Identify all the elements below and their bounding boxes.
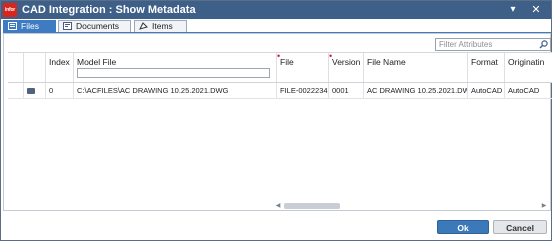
column-header-index-label: Index	[49, 57, 70, 67]
dialog-footer: Ok Cancel	[1, 213, 551, 240]
column-header-originating-label: Originatin	[508, 57, 545, 67]
column-header-format-label: Format	[471, 57, 498, 67]
infor-logo: infor	[3, 3, 17, 17]
tab-documents-label: Documents	[76, 21, 119, 31]
column-header-type[interactable]	[24, 53, 46, 82]
files-icon	[8, 22, 17, 30]
files-panel: Index Model File • File • Version File N…	[3, 33, 552, 211]
title-bar: infor CAD Integration : Show Metadata ▾ …	[1, 1, 551, 19]
originating-cell[interactable]: AutoCAD	[505, 83, 552, 98]
file-name-cell[interactable]: AC DRAWING 10.25.2021.DWG	[364, 83, 468, 98]
filter-attributes-input[interactable]	[436, 39, 536, 50]
documents-icon	[63, 22, 72, 30]
scroll-left-icon[interactable]: ◀	[274, 202, 282, 210]
column-header-version-label: Version	[332, 57, 361, 67]
search-icon[interactable]	[539, 40, 548, 49]
filter-attributes	[435, 38, 551, 51]
column-header-version[interactable]: • Version	[329, 53, 364, 82]
format-cell[interactable]: AutoCAD	[468, 83, 505, 98]
column-header-format[interactable]: Format	[468, 53, 505, 82]
tab-items-label: Items	[152, 21, 173, 31]
tab-bar: Files Documents Items	[3, 19, 551, 33]
cancel-button[interactable]: Cancel	[493, 220, 547, 234]
file-cell[interactable]: FILE-0022234	[277, 83, 329, 98]
row-select-cell[interactable]	[8, 83, 24, 98]
collapse-button[interactable]: ▾	[505, 2, 521, 18]
document-icon	[27, 88, 35, 94]
required-marker: •	[329, 53, 333, 61]
column-header-file[interactable]: • File	[277, 53, 329, 82]
close-button[interactable]: ✕	[528, 2, 544, 18]
model-file-cell[interactable]: C:\ACFILES\AC DRAWING 10.25.2021.DWG	[74, 83, 277, 98]
required-marker: •	[277, 53, 281, 61]
column-header-index[interactable]: Index	[46, 53, 74, 82]
dialog-title: CAD Integration : Show Metadata	[22, 4, 196, 16]
column-header-file-name-label: File Name	[367, 57, 406, 67]
model-file-filter-input[interactable]	[77, 68, 270, 78]
ok-button[interactable]: Ok	[437, 220, 489, 234]
metadata-grid: Index Model File • File • Version File N…	[8, 52, 552, 202]
column-header-file-label: File	[280, 57, 294, 67]
column-header-model-file-label: Model File	[77, 57, 117, 67]
items-icon	[139, 22, 148, 30]
scroll-right-icon[interactable]: ▶	[540, 202, 548, 210]
column-header-select[interactable]	[8, 53, 24, 82]
column-header-model-file[interactable]: Model File	[74, 53, 277, 82]
scrollbar-thumb[interactable]	[284, 203, 340, 209]
column-header-file-name[interactable]: File Name	[364, 53, 468, 82]
row-type-cell	[24, 83, 46, 98]
index-cell[interactable]: 0	[46, 83, 74, 98]
column-header-originating[interactable]: Originatin	[505, 53, 552, 82]
horizontal-scrollbar[interactable]: ◀ ▶	[274, 202, 550, 210]
table-row[interactable]: 0 C:\ACFILES\AC DRAWING 10.25.2021.DWG F…	[8, 83, 552, 99]
tab-files-label: Files	[21, 21, 39, 31]
version-cell[interactable]: 0001	[329, 83, 364, 98]
metadata-dialog: infor CAD Integration : Show Metadata ▾ …	[0, 0, 552, 241]
